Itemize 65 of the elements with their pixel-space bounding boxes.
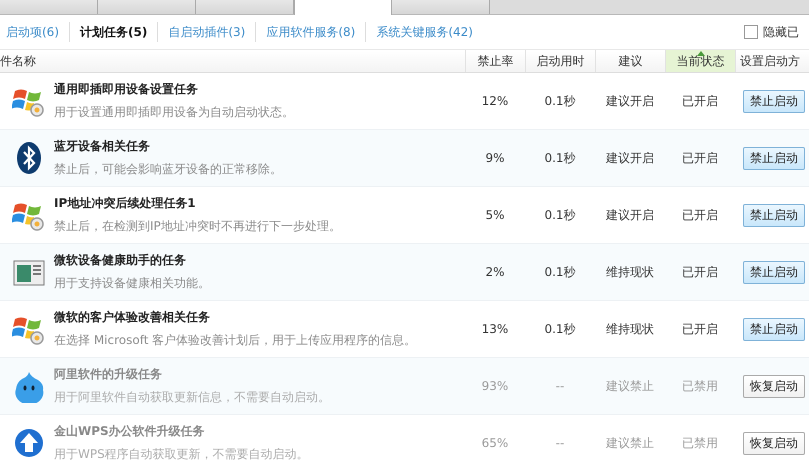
tab[interactable] [196, 0, 294, 14]
column-header[interactable]: 禁止率 [465, 50, 525, 72]
task-name: 阿里软件的升级任务 [54, 366, 163, 383]
current-state: 已开启 [682, 92, 718, 110]
task-name: IP地址冲突后续处理任务1 [54, 195, 197, 212]
startup-time: -- [556, 436, 564, 450]
task-description: 禁止后，在检测到IP地址冲突时不再进行下一步处理。 [54, 218, 341, 235]
startup-time: 0.1秒 [544, 150, 576, 166]
task-description: 用于设置通用即插即用设备为自动启动状态。 [54, 104, 294, 121]
disable-rate: 13% [482, 322, 508, 336]
disable-rate: 2% [485, 265, 505, 279]
task-description: 在选择 Microsoft 客户体验改善计划后，用于上传应用程序的信息。 [54, 332, 416, 349]
filter-tab[interactable]: 系统关键服务(42) [366, 24, 483, 40]
advice: 建议禁止 [606, 378, 654, 394]
tab[interactable] [98, 0, 196, 14]
current-state: 已开启 [682, 320, 718, 338]
disable-rate: 5% [485, 208, 505, 222]
startup-time: -- [556, 379, 564, 393]
disable-button[interactable]: 禁止启动 [743, 318, 805, 340]
advice: 维持现状 [606, 320, 654, 338]
startup-time: 0.1秒 [544, 92, 576, 110]
checkbox[interactable] [744, 25, 758, 39]
column-header[interactable]: 件名称 [0, 50, 465, 72]
disable-rate: 93% [482, 379, 508, 393]
column-header[interactable]: 当前状态 [665, 50, 735, 72]
current-state: 已开启 [682, 206, 718, 224]
disable-rate: 12% [482, 94, 508, 108]
filter-tab[interactable]: 启动项(6) [0, 24, 69, 40]
disable-button[interactable]: 禁止启动 [743, 90, 805, 112]
advice: 建议禁止 [606, 434, 654, 452]
task-description: 用于支持设备健康相关功能。 [54, 275, 210, 292]
current-state: 已禁用 [682, 434, 718, 452]
checkbox-label[interactable]: 隐藏已 [763, 24, 799, 40]
disable-button[interactable]: 禁止启动 [743, 146, 805, 170]
filter-tab[interactable]: 应用软件服务(8) [256, 24, 366, 40]
tab[interactable] [0, 0, 98, 14]
disable-button[interactable]: 禁止启动 [743, 204, 805, 226]
current-state: 已开启 [682, 264, 718, 280]
task-name: 微软设备健康助手的任务 [54, 252, 187, 269]
startup-time: 0.1秒 [544, 206, 576, 224]
sort-arrow-icon [696, 51, 704, 56]
task-description: 禁止后，可能会影响蓝牙设备的正常移除。 [54, 161, 282, 178]
tab[interactable] [294, 0, 392, 15]
column-header[interactable]: 设置启动方 [735, 50, 809, 72]
advice: 建议开启 [606, 206, 654, 224]
task-name: 通用即插即用设备设置任务 [54, 81, 199, 98]
advice: 建议开启 [606, 150, 654, 166]
column-header[interactable]: 启动用时 [525, 50, 595, 72]
task-name: 金山WPS办公软件升级任务 [54, 423, 206, 440]
current-state: 已开启 [682, 150, 718, 166]
advice: 维持现状 [606, 264, 654, 280]
current-state: 已禁用 [682, 378, 718, 394]
task-description: 用于阿里软件自动获取更新信息，不需要自动启动。 [54, 389, 330, 406]
task-name: 微软的客户体验改善相关任务 [54, 309, 211, 326]
disable-rate: 65% [482, 436, 508, 450]
filter-tab[interactable]: 自启动插件(3) [158, 24, 256, 40]
disable-button[interactable]: 禁止启动 [743, 260, 805, 284]
startup-time: 0.1秒 [544, 320, 576, 338]
task-name: 蓝牙设备相关任务 [54, 138, 151, 155]
startup-time: 0.1秒 [544, 264, 576, 280]
disable-rate: 9% [485, 151, 505, 165]
task-description: 用于WPS程序自动获取更新，不需要自动启动。 [54, 446, 309, 463]
tab[interactable] [392, 0, 490, 14]
filter-tab[interactable]: 计划任务(5) [70, 24, 158, 40]
advice: 建议开启 [606, 92, 654, 110]
